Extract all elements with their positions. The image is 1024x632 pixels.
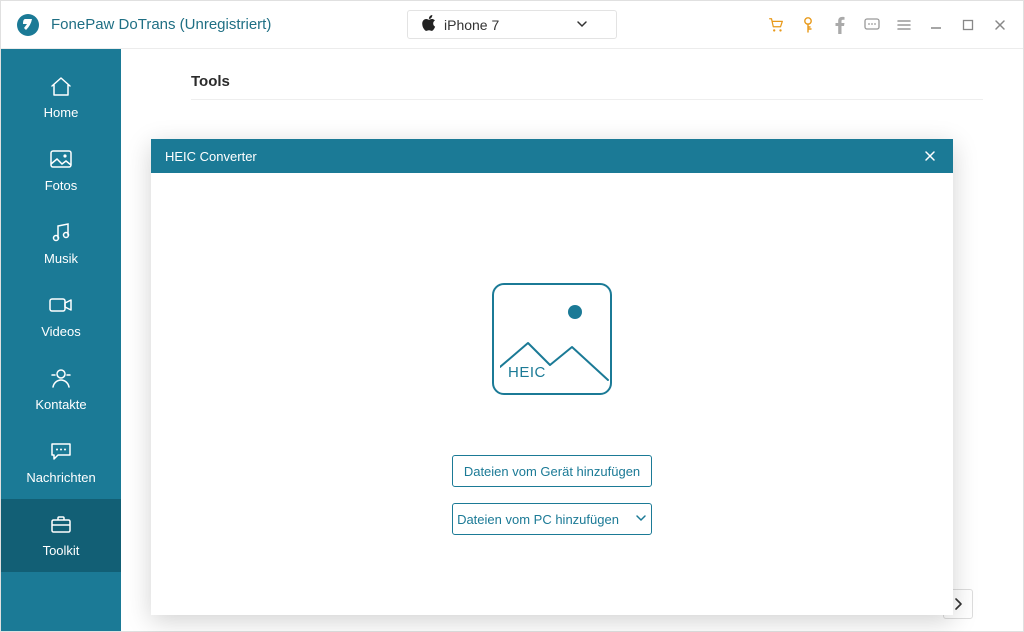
modal-close-button[interactable]: [921, 147, 939, 165]
heic-tile-label: HEIC: [508, 364, 546, 381]
sidebar-item-label: Home: [44, 105, 79, 120]
modal-header: HEIC Converter: [151, 139, 953, 173]
sidebar: Home Fotos Musik Videos: [1, 49, 121, 631]
heic-converter-modal: HEIC Converter HEIC Da: [151, 139, 953, 615]
device-selector[interactable]: iPhone 7: [407, 10, 617, 39]
close-icon[interactable]: [991, 16, 1009, 34]
cart-icon[interactable]: [767, 16, 785, 34]
maximize-icon[interactable]: [959, 16, 977, 34]
sidebar-item-label: Fotos: [45, 178, 78, 193]
add-from-device-button[interactable]: Dateien vom Gerät hinzufügen: [452, 455, 652, 487]
sidebar-item-label: Musik: [44, 251, 78, 266]
sidebar-item-label: Toolkit: [43, 543, 80, 558]
app-logo: [15, 12, 41, 38]
section-title: Tools: [191, 73, 230, 90]
menu-icon[interactable]: [895, 16, 913, 34]
app-window: FonePaw DoTrans (Unregistriert) iPhone 7: [0, 0, 1024, 632]
toolkit-icon: [47, 511, 75, 537]
home-icon: [47, 73, 75, 99]
modal-body: HEIC Dateien vom Gerät hinzufügen Dateie…: [151, 173, 953, 615]
contacts-icon: [47, 365, 75, 391]
main-content: Tools HEIC Converter: [121, 49, 1023, 631]
videos-icon: [47, 292, 75, 318]
app-body: Home Fotos Musik Videos: [1, 49, 1023, 631]
sidebar-item-kontakte[interactable]: Kontakte: [1, 353, 121, 426]
sidebar-item-nachrichten[interactable]: Nachrichten: [1, 426, 121, 499]
heic-tile-dot-icon: [568, 305, 582, 319]
add-from-pc-button[interactable]: Dateien vom PC hinzufügen: [452, 503, 652, 535]
app-title: FonePaw DoTrans (Unregistriert): [51, 16, 271, 33]
key-icon[interactable]: [799, 16, 817, 34]
chevron-down-icon: [576, 17, 588, 33]
photos-icon: [47, 146, 75, 172]
heic-tile: HEIC: [492, 283, 612, 395]
device-name: iPhone 7: [444, 17, 499, 33]
sidebar-item-musik[interactable]: Musik: [1, 207, 121, 280]
chevron-down-icon: [635, 512, 647, 527]
sidebar-item-label: Nachrichten: [26, 470, 95, 485]
messages-icon: [47, 438, 75, 464]
sidebar-item-home[interactable]: Home: [1, 61, 121, 134]
window-toolbar: [767, 16, 1009, 34]
modal-title: HEIC Converter: [165, 149, 257, 164]
sidebar-item-videos[interactable]: Videos: [1, 280, 121, 353]
section-divider: [191, 99, 983, 100]
titlebar: FonePaw DoTrans (Unregistriert) iPhone 7: [1, 1, 1023, 49]
minimize-icon[interactable]: [927, 16, 945, 34]
music-icon: [47, 219, 75, 245]
sidebar-item-toolkit[interactable]: Toolkit: [1, 499, 121, 572]
facebook-icon[interactable]: [831, 16, 849, 34]
sidebar-item-label: Kontakte: [35, 397, 86, 412]
apple-icon: [422, 15, 436, 34]
sidebar-item-fotos[interactable]: Fotos: [1, 134, 121, 207]
button-label: Dateien vom Gerät hinzufügen: [464, 464, 640, 479]
button-label: Dateien vom PC hinzufügen: [457, 512, 619, 527]
feedback-icon[interactable]: [863, 16, 881, 34]
sidebar-item-label: Videos: [41, 324, 81, 339]
